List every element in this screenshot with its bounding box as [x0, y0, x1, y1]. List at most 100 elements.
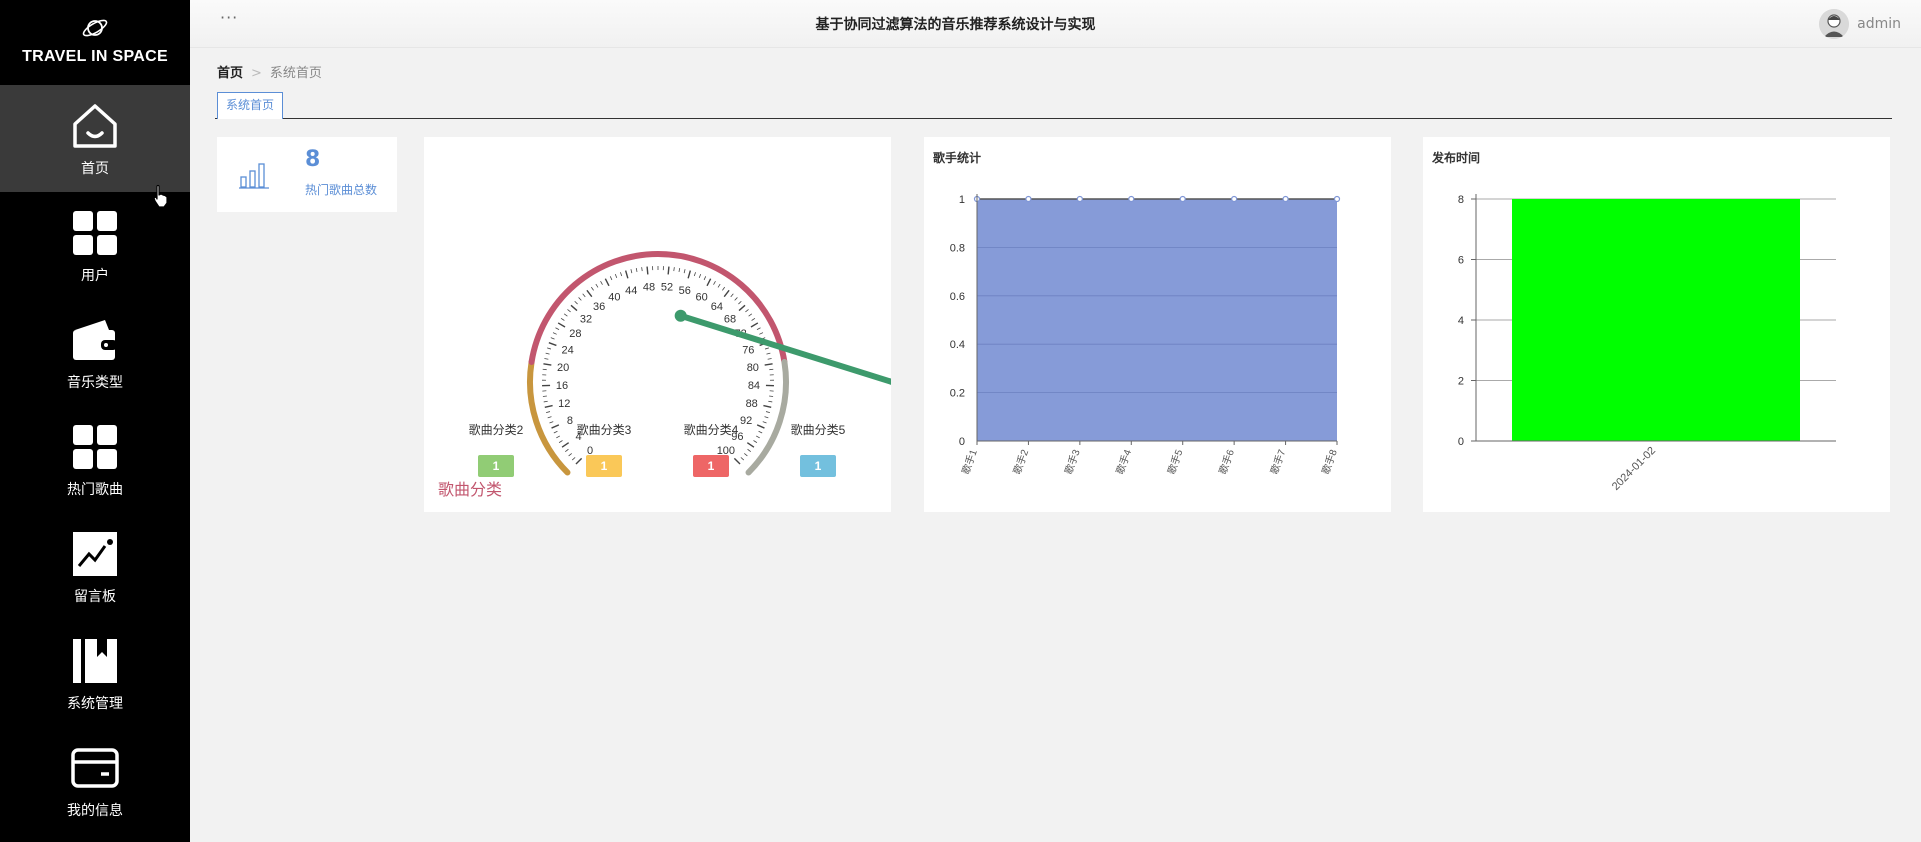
sidebar-item-label: 用户 — [81, 267, 109, 284]
gauge-tick — [698, 273, 702, 279]
gauge-tick — [646, 266, 649, 275]
x-tick-label: 歌手8 — [1319, 447, 1340, 476]
gauge-tick — [734, 297, 738, 301]
bookmark-book-icon — [73, 638, 117, 683]
breadcrumb-home[interactable]: 首页 — [217, 66, 243, 81]
sidebar-item-label: 留言板 — [74, 588, 116, 605]
gauge-tick-label: 40 — [608, 291, 620, 303]
breadcrumb: 首页 > 系统首页 — [217, 62, 322, 81]
sidebar-item-users[interactable]: 用户 — [0, 192, 190, 299]
sidebar-item-message-board[interactable]: 留言板 — [0, 513, 190, 620]
gauge-tick — [678, 267, 681, 273]
gauge-tick — [765, 411, 770, 413]
gauge-tick-label: 68 — [724, 314, 736, 326]
gauge-tick — [553, 430, 558, 434]
gauge-tick-label: 64 — [711, 301, 723, 313]
gauge-tick — [543, 400, 548, 403]
breadcrumb-separator: > — [251, 66, 262, 81]
gauge-category-value: 1 — [493, 459, 500, 473]
gauge-tick-label: 24 — [562, 344, 574, 356]
song-category-gauge-card: 0481216202428323640444852566064687276808… — [424, 137, 891, 512]
gauge-tick — [748, 313, 753, 317]
gauge-tick — [667, 266, 670, 275]
avatar[interactable] — [1819, 9, 1850, 39]
singer-area-chart: 0 0.2 0.4 0.6 0.8 1 歌手1 歌手2 歌手3 歌手4 歌手5 歌手6 歌手7 歌手8 — [950, 194, 1341, 476]
y-tick-label: 0.2 — [950, 388, 965, 400]
gauge-tick — [547, 347, 552, 350]
wallet-icon — [73, 319, 117, 360]
gauge-tick — [641, 267, 643, 272]
data-point — [1333, 195, 1341, 203]
y-tick-label: 8 — [1458, 194, 1464, 206]
gauge-tick — [753, 440, 758, 443]
sidebar-item-my-info[interactable]: 我的信息 — [0, 727, 190, 834]
sidebar-item-label: 首页 — [81, 160, 109, 177]
gauge-tick — [763, 404, 772, 408]
gauge-tick — [551, 424, 560, 429]
release-time-bar-chart: 0 2 4 6 8 2024-01-02 — [1458, 194, 1836, 493]
gauge-tick — [544, 358, 549, 360]
x-tick-label: 歌手4 — [1113, 447, 1134, 476]
gauge-tick — [762, 421, 767, 424]
y-tick-label: 0.8 — [950, 242, 965, 254]
breadcrumb-current: 系统首页 — [269, 66, 322, 81]
gauge-tick-label: 20 — [557, 362, 569, 374]
gauge-tick — [768, 400, 773, 403]
gauge-tick — [552, 332, 557, 335]
tab-bar: 系统首页 — [215, 92, 1892, 119]
gauge-tick — [759, 332, 764, 335]
gauge-tick-label: 16 — [556, 380, 568, 392]
gauge-tick-label: 60 — [695, 291, 707, 303]
y-tick-label: 0.6 — [950, 291, 965, 303]
gauge-tick — [717, 283, 721, 288]
sidebar-item-system-management[interactable]: 系统管理 — [0, 620, 190, 727]
y-tick-label: 4 — [1458, 315, 1464, 327]
gauge-tick — [563, 313, 568, 317]
sidebar-item-music-types[interactable]: 音乐类型 — [0, 299, 190, 406]
gauge-tick — [620, 272, 623, 277]
gauge-tick-label: 28 — [569, 328, 581, 340]
gauge-tick — [738, 304, 746, 312]
area-fill — [977, 199, 1337, 441]
y-tick-label: 1 — [959, 194, 965, 206]
topbar: ··· 基于协同过滤算法的音乐推荐系统设计与实现 admin — [190, 0, 1921, 48]
gauge-tick — [751, 317, 756, 321]
user-menu[interactable]: admin — [1819, 9, 1901, 39]
gauge-tick — [568, 453, 572, 457]
gauge-tick — [693, 272, 696, 277]
sidebar-item-label: 我的信息 — [67, 802, 123, 819]
x-tick-label: 歌手3 — [1062, 447, 1083, 476]
gauge-tick — [624, 270, 629, 279]
gauge-tick — [604, 278, 610, 287]
gauge-tick — [543, 363, 552, 366]
x-tick-label: 歌手7 — [1267, 447, 1288, 476]
gauge-tick — [630, 269, 633, 274]
gauge-tick — [747, 448, 752, 452]
gauge-tick-label: 76 — [742, 344, 754, 356]
gauge-tick — [570, 304, 578, 312]
sidebar-item-home[interactable]: 首页 — [0, 85, 190, 192]
gauge-tick-label: 92 — [740, 415, 752, 427]
gauge-tick-label: 52 — [661, 281, 673, 293]
gauge-tick — [687, 270, 692, 279]
username[interactable]: admin — [1857, 16, 1901, 32]
gauge-tick — [542, 395, 547, 397]
data-point — [1025, 195, 1032, 203]
home-icon — [73, 103, 117, 148]
gauge-tick — [745, 309, 749, 313]
gauge-tick — [703, 276, 707, 281]
data-point — [1179, 195, 1186, 203]
gauge-tick — [590, 286, 594, 291]
x-tick-label: 2024-01-02 — [1610, 445, 1658, 493]
tab-system-home[interactable]: 系统首页 — [217, 92, 284, 119]
bar — [1512, 199, 1800, 441]
gauge-tick-label: 84 — [748, 380, 760, 392]
sidebar-item-hot-songs[interactable]: 热门歌曲 — [0, 406, 190, 513]
gauge-category-value: 1 — [815, 459, 822, 473]
gauge-tick — [561, 442, 570, 448]
gauge-tick — [547, 416, 552, 419]
gauge-tick-label: 48 — [643, 281, 655, 293]
gauge-chart: 0481216202428323640444852566064687276808… — [438, 251, 891, 499]
gauge-tick — [544, 404, 553, 408]
gauge-tick-label: 36 — [593, 301, 605, 313]
